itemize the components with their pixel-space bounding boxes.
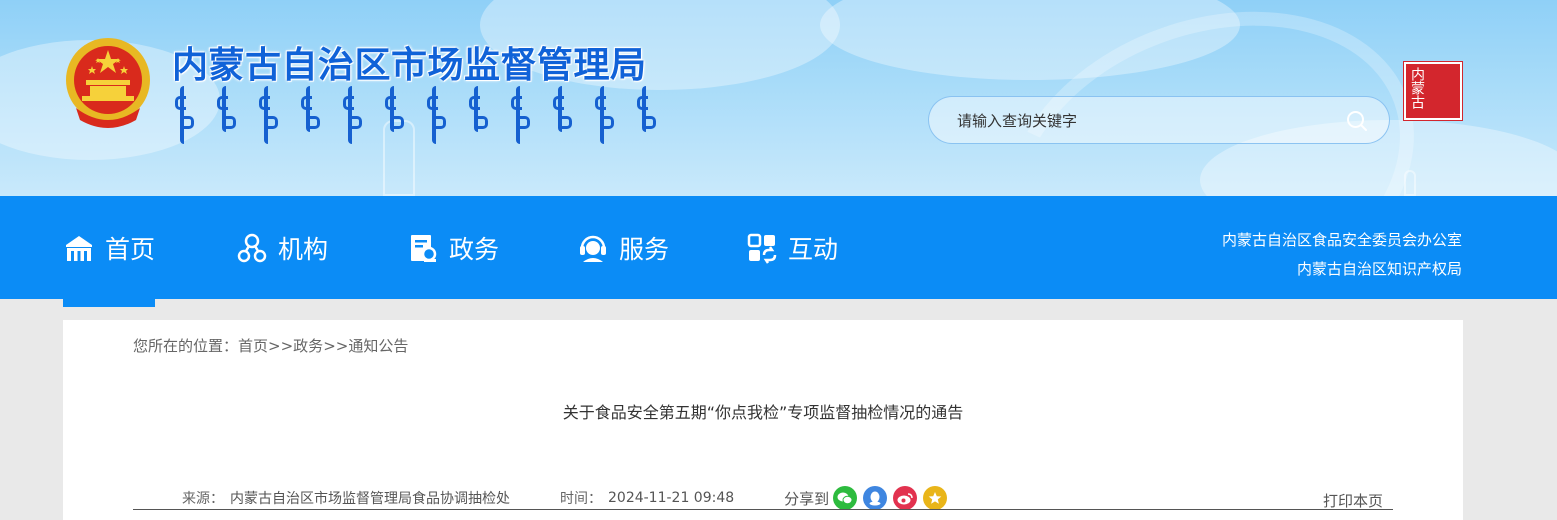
breadcrumb-government-affairs[interactable]: 政务 (293, 337, 323, 355)
nav-item-service[interactable]: 服务 (577, 196, 669, 299)
qzone-share-icon[interactable] (923, 486, 948, 510)
breadcrumb-notices[interactable]: 通知公告 (348, 337, 408, 355)
search-box (928, 96, 1390, 144)
nav-label: 政务 (449, 234, 500, 264)
article-meta: 来源： 内蒙古自治区市场监督管理局食品协调抽检处 时间： 2024-11-21 … (182, 486, 948, 510)
site-title: 内蒙古自治区市场监督管理局 (172, 45, 647, 86)
link-food-safety-office[interactable]: 内蒙古自治区食品安全委员会办公室 (1222, 226, 1462, 255)
weibo-share-icon[interactable] (893, 486, 918, 510)
article-title: 关于食品安全第五期“你点我检”专项监督抽检情况的通告 (562, 403, 964, 422)
wechat-share-icon[interactable] (833, 486, 858, 510)
organization-icon (237, 233, 267, 262)
mongolian-script-title (175, 86, 656, 144)
home-icon (66, 235, 92, 261)
nav-item-organization[interactable]: 机构 (236, 196, 328, 299)
government-affairs-icon (411, 234, 437, 262)
nav-item-government-affairs[interactable]: 政务 (407, 196, 499, 299)
breadcrumb-home[interactable]: 首页 (238, 337, 268, 355)
interaction-icon (747, 233, 777, 264)
divider (133, 509, 1393, 510)
nav-item-interaction[interactable]: 互动 (746, 196, 838, 299)
national-emblem-icon (66, 38, 150, 128)
site-header: 内蒙古自治区市场监督管理局 内蒙古 (0, 0, 1557, 196)
time-label: 时间： (560, 491, 602, 507)
qq-share-icon[interactable] (863, 486, 888, 510)
source-value: 内蒙古自治区市场监督管理局食品协调抽检处 (230, 491, 510, 507)
related-site-links: 内蒙古自治区食品安全委员会办公室 内蒙古自治区知识产权局 (1222, 226, 1462, 284)
share-label: 分享到 (784, 489, 830, 508)
nav-label: 首页 (105, 234, 156, 264)
search-input[interactable] (957, 109, 1337, 133)
share-buttons (833, 486, 948, 510)
search-icon[interactable] (1345, 109, 1369, 133)
tower-decoration (1404, 170, 1416, 196)
print-page-button[interactable]: 打印本页 (1323, 490, 1383, 511)
time-value: 2024-11-21 09:48 (608, 490, 735, 506)
nav-label: 机构 (278, 234, 329, 264)
nav-label: 互动 (788, 234, 839, 264)
service-icon (580, 235, 606, 262)
breadcrumb: 您所在的位置：首页>>政务>>通知公告 (133, 337, 409, 355)
nav-item-home[interactable]: 首页 (63, 196, 156, 307)
article-panel: 您所在的位置：首页>>政务>>通知公告 关于食品安全第五期“你点我检”专项监督抽… (63, 320, 1463, 520)
inner-mongolia-seal-logo: 内蒙古 (1403, 61, 1463, 121)
main-nav: 首页 机构 政务 服务 互动 内蒙古自治区食品安全委员会办公室 内蒙古自治区知识… (0, 196, 1557, 307)
nav-label: 服务 (619, 234, 670, 264)
link-intellectual-property-bureau[interactable]: 内蒙古自治区知识产权局 (1222, 255, 1462, 284)
source-label: 来源： (182, 491, 224, 507)
